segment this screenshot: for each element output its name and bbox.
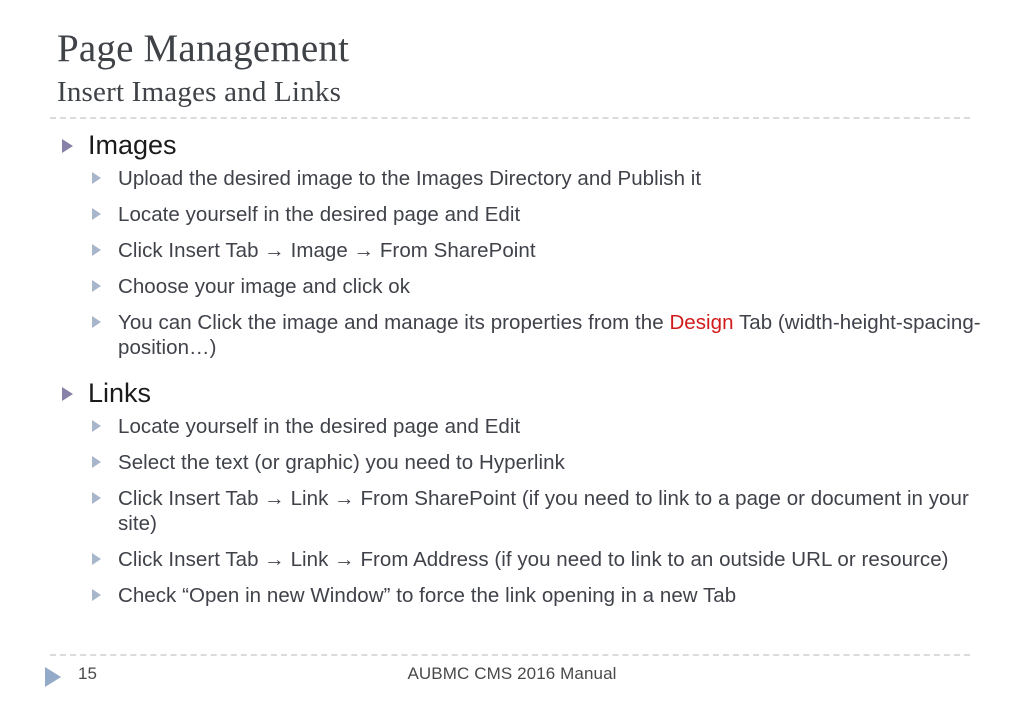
divider-top — [50, 117, 970, 119]
list-item: You can Click the image and manage its p… — [50, 310, 985, 360]
triangle-bullet-icon — [92, 492, 101, 504]
section-heading-images: Images — [50, 126, 985, 164]
title-block: Page Management Insert Images and Links — [57, 26, 972, 110]
list-item: Upload the desired image to the Images D… — [50, 166, 985, 191]
list-item-text: Locate yourself in the desired page and … — [118, 415, 521, 438]
list-item-text: Check “Open in new Window” to force the … — [118, 584, 737, 607]
list-item-text: Click Insert Tab → Link → From Address (… — [118, 548, 949, 571]
list-item: Locate yourself in the desired page and … — [50, 414, 985, 439]
section-heading-label: Images — [88, 130, 177, 160]
slide-footer: 15 AUBMC CMS 2016 Manual — [0, 660, 1024, 700]
triangle-bullet-icon — [62, 387, 73, 401]
triangle-bullet-icon — [92, 420, 101, 432]
triangle-bullet-icon — [92, 208, 101, 220]
list-item-text: Locate yourself in the desired page and … — [118, 203, 521, 226]
list-item-text: Click Insert Tab → Image → From SharePoi… — [118, 239, 536, 262]
section-heading-label: Links — [88, 378, 152, 408]
list-item-text-part: You can Click the image and manage its p… — [118, 311, 670, 334]
list-item: Click Insert Tab → Image → From SharePoi… — [50, 238, 985, 263]
footer-title: AUBMC CMS 2016 Manual — [407, 664, 617, 683]
list-item-text: You can Click the image and manage its p… — [118, 311, 981, 359]
list-item: Click Insert Tab → Link → From Address (… — [50, 547, 985, 572]
triangle-bullet-icon — [92, 172, 101, 184]
design-tab-highlight: Design — [669, 311, 734, 334]
list-item: Check “Open in new Window” to force the … — [50, 583, 985, 608]
triangle-bullet-icon — [92, 589, 101, 601]
list-item: Select the text (or graphic) you need to… — [50, 450, 985, 475]
triangle-bullet-icon — [92, 244, 101, 256]
list-item-text: Upload the desired image to the Images D… — [118, 167, 702, 190]
slide-body: Images Upload the desired image to the I… — [50, 126, 985, 619]
section-heading-links: Links — [50, 374, 985, 412]
list-item-text: Choose your image and click ok — [118, 275, 411, 298]
triangle-bullet-icon — [92, 316, 101, 328]
list-item: Choose your image and click ok — [50, 274, 985, 299]
page-title: Page Management — [57, 27, 350, 70]
list-item: Click Insert Tab → Link → From SharePoin… — [50, 486, 985, 536]
section-links: Links Locate yourself in the desired pag… — [50, 374, 985, 608]
page-subtitle: Insert Images and Links — [57, 76, 342, 108]
list-item-text: Select the text (or graphic) you need to… — [118, 451, 565, 474]
slide-canvas: Page Management Insert Images and Links … — [0, 0, 1024, 709]
section-images: Images Upload the desired image to the I… — [50, 126, 985, 360]
triangle-bullet-icon — [92, 553, 101, 565]
triangle-bullet-icon — [92, 280, 101, 292]
triangle-bullet-icon — [92, 456, 101, 468]
list-item: Locate yourself in the desired page and … — [50, 202, 985, 227]
list-item-text: Click Insert Tab → Link → From SharePoin… — [118, 487, 969, 535]
triangle-bullet-icon — [62, 139, 73, 153]
divider-bottom — [50, 654, 970, 656]
